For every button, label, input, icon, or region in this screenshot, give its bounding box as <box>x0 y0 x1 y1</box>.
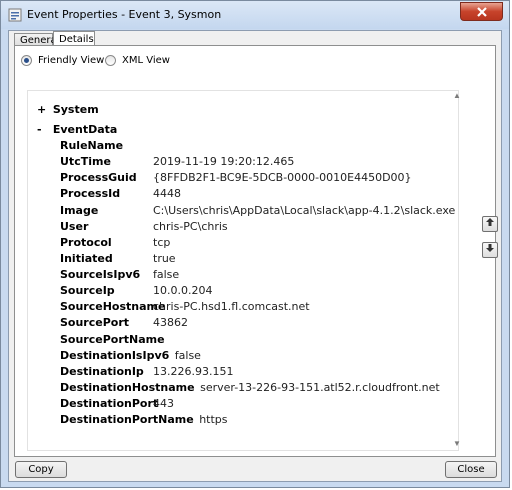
event-properties-window: Event Properties - Event 3, Sysmon Gener… <box>0 0 510 488</box>
field-value: chris-PC.hsd1.fl.comcast.net <box>153 300 310 313</box>
field-row-image: Image C:\Users\chris\AppData\Local\slack… <box>60 204 455 217</box>
friendly-view-radio[interactable]: Friendly View <box>21 55 104 66</box>
field-value: C:\Users\chris\AppData\Local\slack\app-4… <box>153 204 456 217</box>
field-value: false <box>153 268 180 281</box>
field-row-sourceisipv6: SourceIsIpv6 false <box>60 268 179 281</box>
close-x-icon <box>477 7 487 17</box>
field-key: DestinationPortName <box>60 413 194 426</box>
close-button[interactable]: Close <box>445 461 497 478</box>
radio-selected-indicator <box>21 55 32 66</box>
field-value: false <box>174 349 201 362</box>
copy-button[interactable]: Copy <box>15 461 67 478</box>
details-panel: Friendly View XML View ▲ ▼ + System - Ev… <box>14 45 496 457</box>
field-row-destinationip: DestinationIp 13.226.93.151 <box>60 365 233 378</box>
friendly-view-label: Friendly View <box>38 55 105 66</box>
title-bar[interactable]: Event Properties - Event 3, Sysmon <box>1 1 509 29</box>
field-key: UtcTime <box>60 155 111 168</box>
field-key: Protocol <box>60 236 112 249</box>
collapse-toggle[interactable]: - <box>37 123 49 136</box>
field-key: DestinationIsIpv6 <box>60 349 170 362</box>
field-value: true <box>153 252 176 265</box>
scroll-down-arrow[interactable]: ▼ <box>452 439 462 449</box>
radio-unselected-indicator <box>105 55 116 66</box>
field-value: 4448 <box>153 187 181 200</box>
section-system[interactable]: + System <box>37 103 99 116</box>
field-key: DestinationHostname <box>60 381 195 394</box>
field-row-sourceportname: SourcePortName <box>60 333 165 346</box>
field-value: {8FFDB2F1-BC9E-5DCB-0000-0010E4450D00} <box>153 171 412 184</box>
field-row-rulename: RuleName <box>60 139 123 152</box>
field-key: ProcessGuid <box>60 171 137 184</box>
field-row-sourcehostname: SourceHostname chris-PC.hsd1.fl.comcast.… <box>60 300 310 313</box>
field-key: ProcessId <box>60 187 121 200</box>
field-value: 443 <box>153 397 174 410</box>
field-row-initiated: Initiated true <box>60 252 176 265</box>
field-key: SourceIsIpv6 <box>60 268 141 281</box>
field-row-sourceip: SourceIp 10.0.0.204 <box>60 284 212 297</box>
field-key: SourcePort <box>60 316 130 329</box>
next-event-button[interactable] <box>482 242 498 258</box>
section-label: EventData <box>52 123 118 136</box>
previous-event-button[interactable] <box>482 216 498 232</box>
field-row-utctime: UtcTime 2019-11-19 19:20:12.465 <box>60 155 294 168</box>
xml-view-label: XML View <box>122 55 170 66</box>
field-key: SourceIp <box>60 284 115 297</box>
section-eventdata[interactable]: - EventData <box>37 123 117 136</box>
expand-toggle[interactable]: + <box>37 103 49 116</box>
field-row-destinationhostname: DestinationHostname server-13-226-93-151… <box>60 381 440 394</box>
field-key: Image <box>60 204 99 217</box>
field-value: 2019-11-19 19:20:12.465 <box>153 155 295 168</box>
field-key: User <box>60 220 89 233</box>
tab-details[interactable]: Details <box>53 31 95 46</box>
field-row-user: User chris-PC\chris <box>60 220 228 233</box>
field-value: 43862 <box>153 316 188 329</box>
field-key: RuleName <box>60 139 124 152</box>
field-row-destinationport: DestinationPort 443 <box>60 397 174 410</box>
field-key: Initiated <box>60 252 113 265</box>
field-value: tcp <box>153 236 171 249</box>
field-value: chris-PC\chris <box>153 220 228 233</box>
field-row-processguid: ProcessGuid {8FFDB2F1-BC9E-5DCB-0000-001… <box>60 171 412 184</box>
field-key: DestinationIp <box>60 365 144 378</box>
field-row-processid: ProcessId 4448 <box>60 187 181 200</box>
field-row-protocol: Protocol tcp <box>60 236 170 249</box>
scroll-up-arrow[interactable]: ▲ <box>452 91 462 101</box>
close-window-button[interactable] <box>460 2 503 21</box>
window-title: Event Properties - Event 3, Sysmon <box>27 8 222 21</box>
dialog-client: General Details Friendly View XML View ▲… <box>8 30 502 482</box>
field-value: 10.0.0.204 <box>153 284 213 297</box>
field-row-sourceport: SourcePort 43862 <box>60 316 188 329</box>
field-value: 13.226.93.151 <box>153 365 234 378</box>
field-value: server-13-226-93-151.atl52.r.cloudfront.… <box>200 381 440 394</box>
field-value: https <box>199 413 228 426</box>
arrow-up-icon <box>486 218 494 226</box>
field-key: DestinationPort <box>60 397 159 410</box>
field-row-destinationisipv6: DestinationIsIpv6 false <box>60 349 201 362</box>
xml-view-radio[interactable]: XML View <box>105 55 170 66</box>
section-label: System <box>52 103 99 116</box>
field-key: SourceHostname <box>60 300 166 313</box>
event-viewer-icon <box>8 8 22 22</box>
arrow-down-icon <box>486 244 494 252</box>
field-row-destinationportname: DestinationPortName https <box>60 413 228 426</box>
field-key: SourcePortName <box>60 333 165 346</box>
